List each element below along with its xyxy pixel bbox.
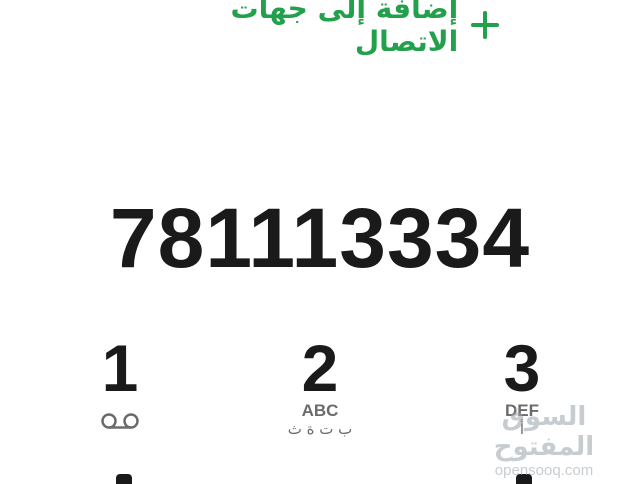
key-letters-latin: DEF [505,401,539,420]
key-letters-latin: ABC [301,401,339,420]
dialpad-key-2[interactable]: 2 ABC ب ت ة ث [250,332,390,480]
dialpad-next-row-key[interactable] [116,474,132,484]
add-to-contacts-label: إضافة إلى جهات الاتصال [230,0,459,58]
plus-icon [468,8,500,42]
key-letters-arabic: أ [519,420,525,438]
key-digit: 1 [101,331,139,405]
key-digit: 3 [503,331,541,405]
dialpad-next-row-key[interactable] [516,474,532,484]
key-digit: 2 [301,331,339,405]
dialpad-key-3[interactable]: 3 DEF أ [452,332,592,480]
dialed-number-display: 781113334 [109,191,531,285]
dialpad-key-1[interactable]: 1 [50,332,190,480]
add-to-contacts-button[interactable]: إضافة إلى جهات الاتصال [140,0,500,58]
voicemail-icon [101,413,139,429]
key-letters-arabic: ب ت ة ث [287,420,353,438]
